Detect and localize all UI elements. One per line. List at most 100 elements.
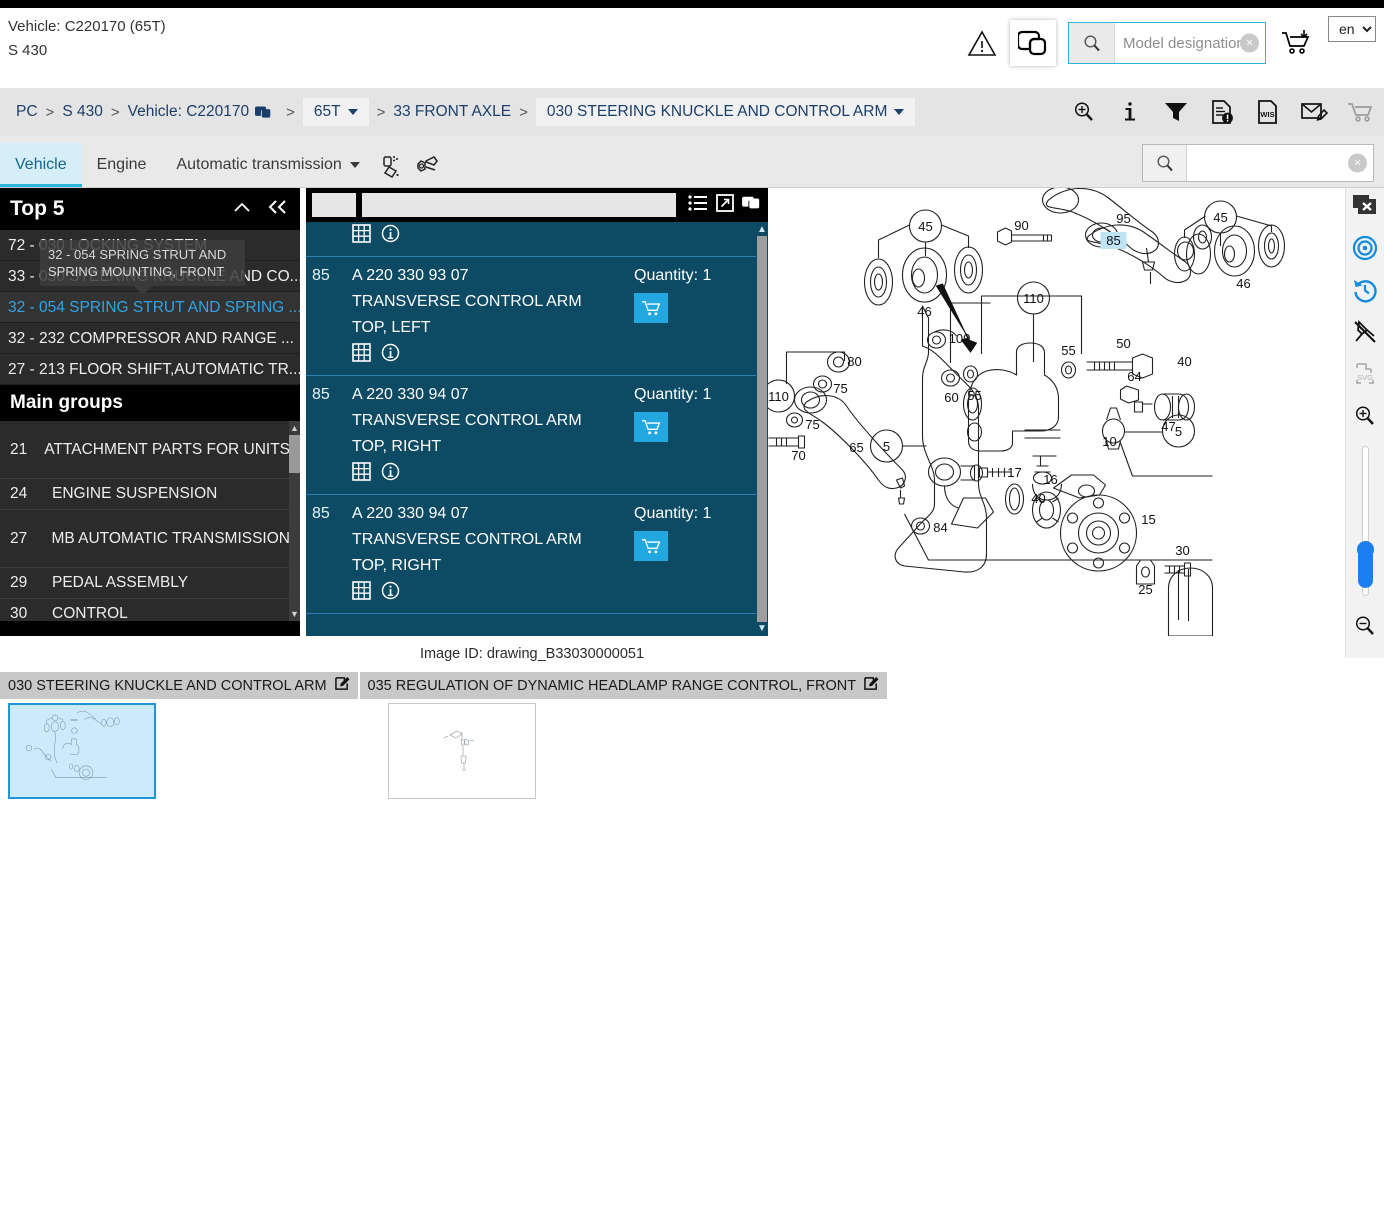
main-group-item-24[interactable]: 24 ENGINE SUSPENSION [0, 479, 300, 510]
language-select[interactable]: en [1328, 16, 1376, 42]
add-to-cart-icon[interactable] [1278, 26, 1316, 60]
list-view-icon[interactable] [688, 194, 708, 217]
info-icon[interactable] [1116, 97, 1144, 127]
scroll-down-arrow-icon[interactable]: ▼ [290, 609, 299, 619]
add-to-cart-icon[interactable] [634, 293, 668, 323]
parts-list-header [306, 188, 768, 222]
document-alert-icon[interactable] [1208, 97, 1236, 127]
parts-list-scrollbar[interactable]: ▲ ▼ [756, 222, 768, 636]
model-search-field[interactable]: Model designation × [1115, 23, 1265, 63]
mail-edit-icon[interactable] [1300, 97, 1328, 127]
thumbnail-tab-030[interactable]: 030 STEERING KNUCKLE AND CONTROL ARM [0, 672, 358, 699]
parts-search[interactable]: × [1142, 144, 1374, 182]
expand-icon[interactable] [716, 193, 734, 217]
breadcrumb-chip-variant[interactable]: 65T [302, 98, 369, 126]
main-group-item-30[interactable]: 30 CONTROL [0, 599, 300, 621]
thumbnail-035[interactable] [388, 703, 536, 799]
table-row[interactable]: 85 A 220 330 94 07 TRANSVERSE CONTROL AR… [306, 376, 768, 495]
scrollbar-thumb[interactable] [757, 236, 767, 622]
part-description-line2: TOP, RIGHT [352, 438, 442, 455]
top5-item-2[interactable]: 32 - 054 SPRING STRUT AND SPRING ... [0, 292, 300, 323]
main-group-item-27[interactable]: 27 MB AUTOMATIC TRANSMISSION [0, 510, 300, 568]
breadcrumb-item-vehicle[interactable]: Vehicle: C220170 [128, 103, 250, 121]
info-circle-icon[interactable] [381, 462, 400, 486]
table-row[interactable]: 85 A 220 330 94 07 TRANSVERSE CONTROL AR… [306, 495, 768, 614]
wis-document-icon[interactable]: WIS [1254, 97, 1282, 127]
history-reset-icon[interactable] [1350, 276, 1380, 304]
table-icon[interactable] [352, 462, 371, 486]
table-icon[interactable] [352, 343, 371, 367]
edit-pencil-icon[interactable] [334, 676, 350, 695]
main-group-num: 30 [10, 605, 28, 621]
thumbnail-cell-030[interactable] [0, 703, 156, 799]
clear-x-icon[interactable]: × [1348, 153, 1367, 173]
parts-header-field-a[interactable] [312, 193, 356, 217]
filter-funnel-icon[interactable] [1162, 97, 1190, 127]
target-focus-icon[interactable] [1350, 234, 1380, 262]
parts-list-body[interactable]: 85 A 220 330 93 07 TRANSVERSE CONTROL AR… [306, 222, 768, 636]
table-icon[interactable] [352, 224, 371, 248]
svg-text:46: 46 [917, 304, 931, 319]
svg-text:16: 16 [1043, 472, 1057, 487]
breadcrumb-chip-subgroup[interactable]: 030 STEERING KNUCKLE AND CONTROL ARM [535, 98, 916, 126]
part-number[interactable]: A 220 330 93 07 [352, 263, 634, 289]
double-chevron-left-icon[interactable] [266, 199, 288, 220]
warning-triangle-icon[interactable] [966, 27, 998, 59]
breadcrumb-item-group[interactable]: 33 FRONT AXLE [393, 103, 511, 121]
edit-pencil-icon[interactable] [864, 676, 879, 695]
top5-item-4[interactable]: 27 - 213 FLOOR SHIFT,AUTOMATIC TR... [0, 354, 300, 385]
zoom-in-search-icon[interactable] [1070, 97, 1098, 127]
breadcrumb-item-model[interactable]: S 430 [62, 103, 103, 121]
scroll-up-arrow-icon[interactable]: ▲ [290, 423, 299, 433]
part-number[interactable]: A 220 330 94 07 [352, 382, 634, 408]
parts-header-field-b[interactable] [362, 193, 676, 217]
zoom-in-icon[interactable] [1350, 402, 1380, 430]
zoom-slider-handle[interactable] [1357, 541, 1374, 588]
close-window-icon[interactable] [1350, 192, 1380, 220]
search-icon[interactable] [1069, 23, 1115, 63]
tab-engine[interactable]: Engine [82, 143, 162, 187]
add-to-cart-icon[interactable] [634, 412, 668, 442]
tab-vehicle[interactable]: Vehicle [0, 143, 82, 187]
part-position-number: 85 [312, 386, 330, 403]
unpin-icon[interactable] [1350, 318, 1380, 346]
table-icon[interactable] [352, 581, 371, 605]
copy-icon[interactable] [255, 104, 272, 121]
info-circle-icon[interactable] [381, 581, 400, 605]
chevron-down-icon [349, 162, 360, 168]
tab-automatic-transmission[interactable]: Automatic transmission [161, 143, 374, 187]
search-icon[interactable] [1143, 145, 1187, 181]
scroll-down-arrow-icon[interactable]: ▼ [757, 623, 767, 634]
zoom-out-icon[interactable] [1350, 612, 1380, 640]
clear-x-icon[interactable]: × [1240, 33, 1259, 53]
model-designation-search[interactable]: Model designation × [1068, 22, 1266, 64]
chevron-up-icon[interactable] [232, 200, 252, 219]
breadcrumb-item-pc[interactable]: PC [16, 103, 38, 121]
parts-search-input[interactable]: × [1187, 145, 1373, 181]
svg-export-icon[interactable]: SVG [1350, 360, 1380, 388]
drawing-viewport[interactable]: 45 45 110 110 5 5 90 95 46 46 60 55 55 5… [768, 188, 1384, 658]
thumbnail-030-selected[interactable] [8, 703, 156, 799]
main-group-item-21[interactable]: 21 ATTACHMENT PARTS FOR UNITS [0, 421, 300, 479]
copy-documents-icon[interactable] [1010, 20, 1056, 66]
main-group-item-29[interactable]: 29 PEDAL ASSEMBLY [0, 568, 300, 599]
copy-icon[interactable] [742, 194, 762, 217]
thumbnail-cell-035[interactable] [380, 703, 536, 799]
zoom-slider[interactable] [1357, 446, 1374, 596]
thumbnail-tab-035[interactable]: 035 REGULATION OF DYNAMIC HEADLAMP RANGE… [359, 672, 888, 699]
top5-item-3[interactable]: 32 - 232 COMPRESSOR AND RANGE ... [0, 323, 300, 354]
fasteners-icon[interactable] [409, 147, 443, 187]
table-row[interactable] [306, 222, 768, 257]
svg-text:40: 40 [1031, 491, 1045, 506]
main-groups-scrollbar[interactable]: ▲ ▼ [289, 421, 300, 621]
shopping-cart-icon[interactable] [1346, 97, 1374, 127]
technical-drawing[interactable]: 45 45 110 110 5 5 90 95 46 46 60 55 55 5… [768, 188, 1384, 636]
info-circle-icon[interactable] [381, 343, 400, 367]
add-to-cart-icon[interactable] [634, 531, 668, 561]
scroll-up-arrow-icon[interactable]: ▲ [757, 224, 767, 235]
info-circle-icon[interactable] [381, 224, 400, 248]
table-row[interactable]: 85 A 220 330 93 07 TRANSVERSE CONTROL AR… [306, 257, 768, 376]
paint-spray-icon[interactable] [375, 147, 409, 187]
part-number[interactable]: A 220 330 94 07 [352, 501, 634, 527]
scrollbar-thumb[interactable] [289, 435, 300, 473]
